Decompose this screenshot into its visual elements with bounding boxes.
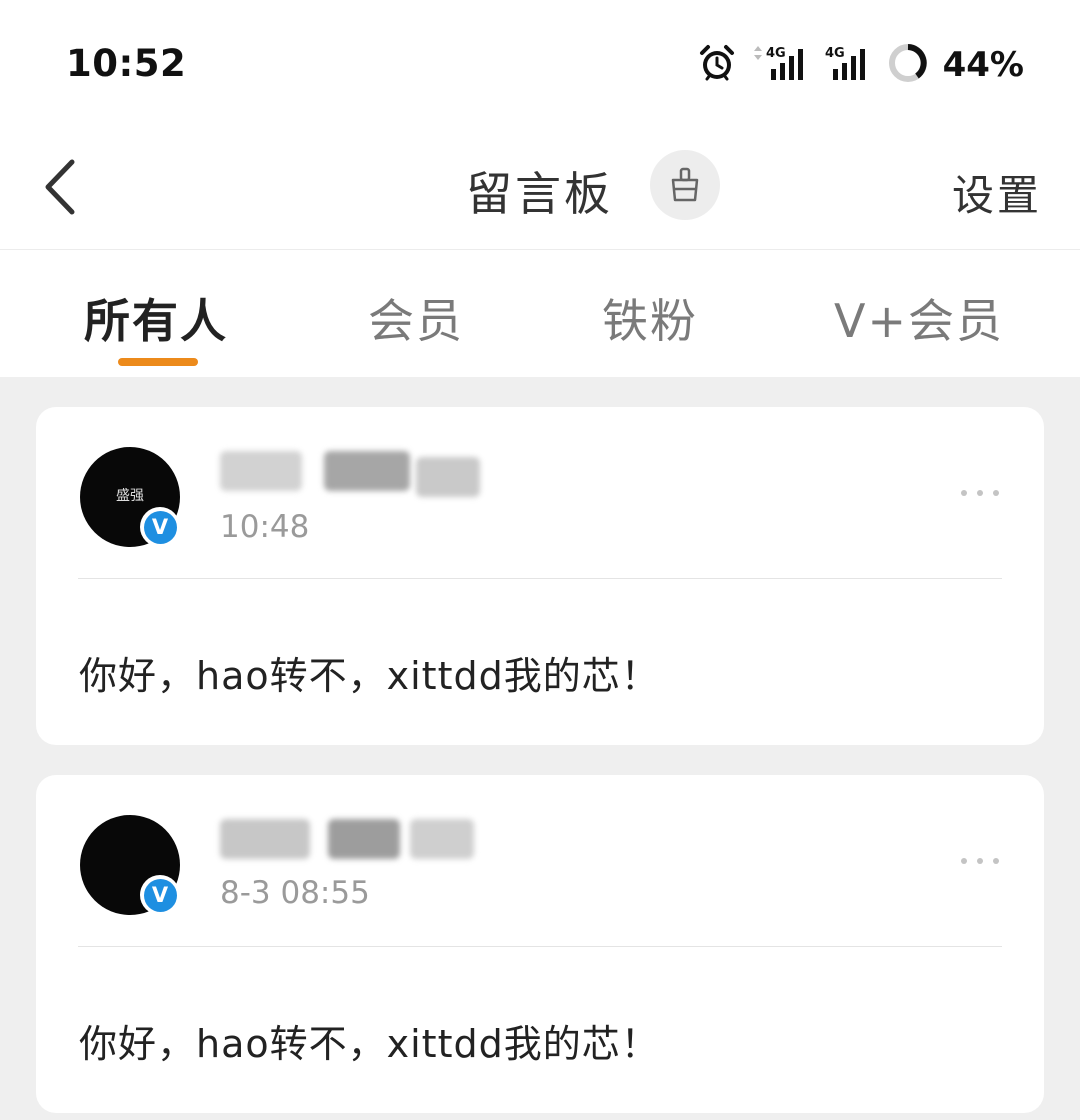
svg-text:4G: 4G (825, 46, 845, 61)
more-options-button[interactable] (958, 483, 1002, 503)
avatar[interactable]: 盛强 V (80, 447, 180, 547)
signal-4g-icon: 4G (751, 43, 809, 87)
message-list: 盛强 V 10:48 你好，hao转不，xittdd我的芯！ V 8-3 08:… (0, 377, 1080, 1120)
more-dots-icon (961, 858, 999, 864)
tab-all[interactable]: 所有人 (84, 285, 228, 351)
alarm-icon (697, 43, 737, 87)
message-card: V 8-3 08:55 你好，hao转不，xittdd我的芯！ (36, 775, 1044, 1113)
divider (78, 946, 1002, 947)
battery-percent: 44% (942, 45, 1024, 85)
tab-bar: 所有人 会员 铁粉 V+会员 (0, 251, 1080, 377)
signal-4g-icon: 4G (823, 43, 873, 87)
status-icons: 4G 4G 44% (697, 40, 1024, 90)
clean-button[interactable] (650, 150, 720, 220)
page-title: 留言板 (466, 167, 613, 221)
divider (78, 578, 1002, 579)
status-time: 10:52 (66, 42, 187, 85)
header: 留言板 设置 (0, 130, 1080, 250)
tab-active-indicator (118, 358, 198, 366)
svg-text:4G: 4G (766, 46, 786, 61)
message-content: 你好，hao转不，xittdd我的芯！ (79, 1022, 660, 1066)
message-card: 盛强 V 10:48 你好，hao转不，xittdd我的芯！ (36, 407, 1044, 745)
message-content: 你好，hao转不，xittdd我的芯！ (79, 654, 660, 698)
avatar-text: 盛强 (116, 488, 144, 504)
status-bar: 10:52 4G 4G 44% (0, 0, 1080, 130)
back-button[interactable] (36, 152, 96, 222)
verified-badge-icon: V (140, 875, 180, 915)
more-dots-icon (961, 490, 999, 496)
more-options-button[interactable] (958, 851, 1002, 871)
tab-vplus-members[interactable]: V+会员 (834, 285, 1004, 351)
message-time: 8-3 08:55 (220, 875, 370, 911)
message-time: 10:48 (220, 509, 310, 545)
tab-members[interactable]: 会员 (368, 285, 464, 351)
verified-badge-icon: V (140, 507, 180, 547)
settings-button[interactable]: 设置 (952, 162, 1042, 223)
avatar[interactable]: V (80, 815, 180, 915)
broom-icon (671, 167, 699, 202)
tab-fans[interactable]: 铁粉 (602, 285, 698, 351)
battery-ring-icon (887, 42, 929, 88)
back-icon (45, 159, 75, 215)
